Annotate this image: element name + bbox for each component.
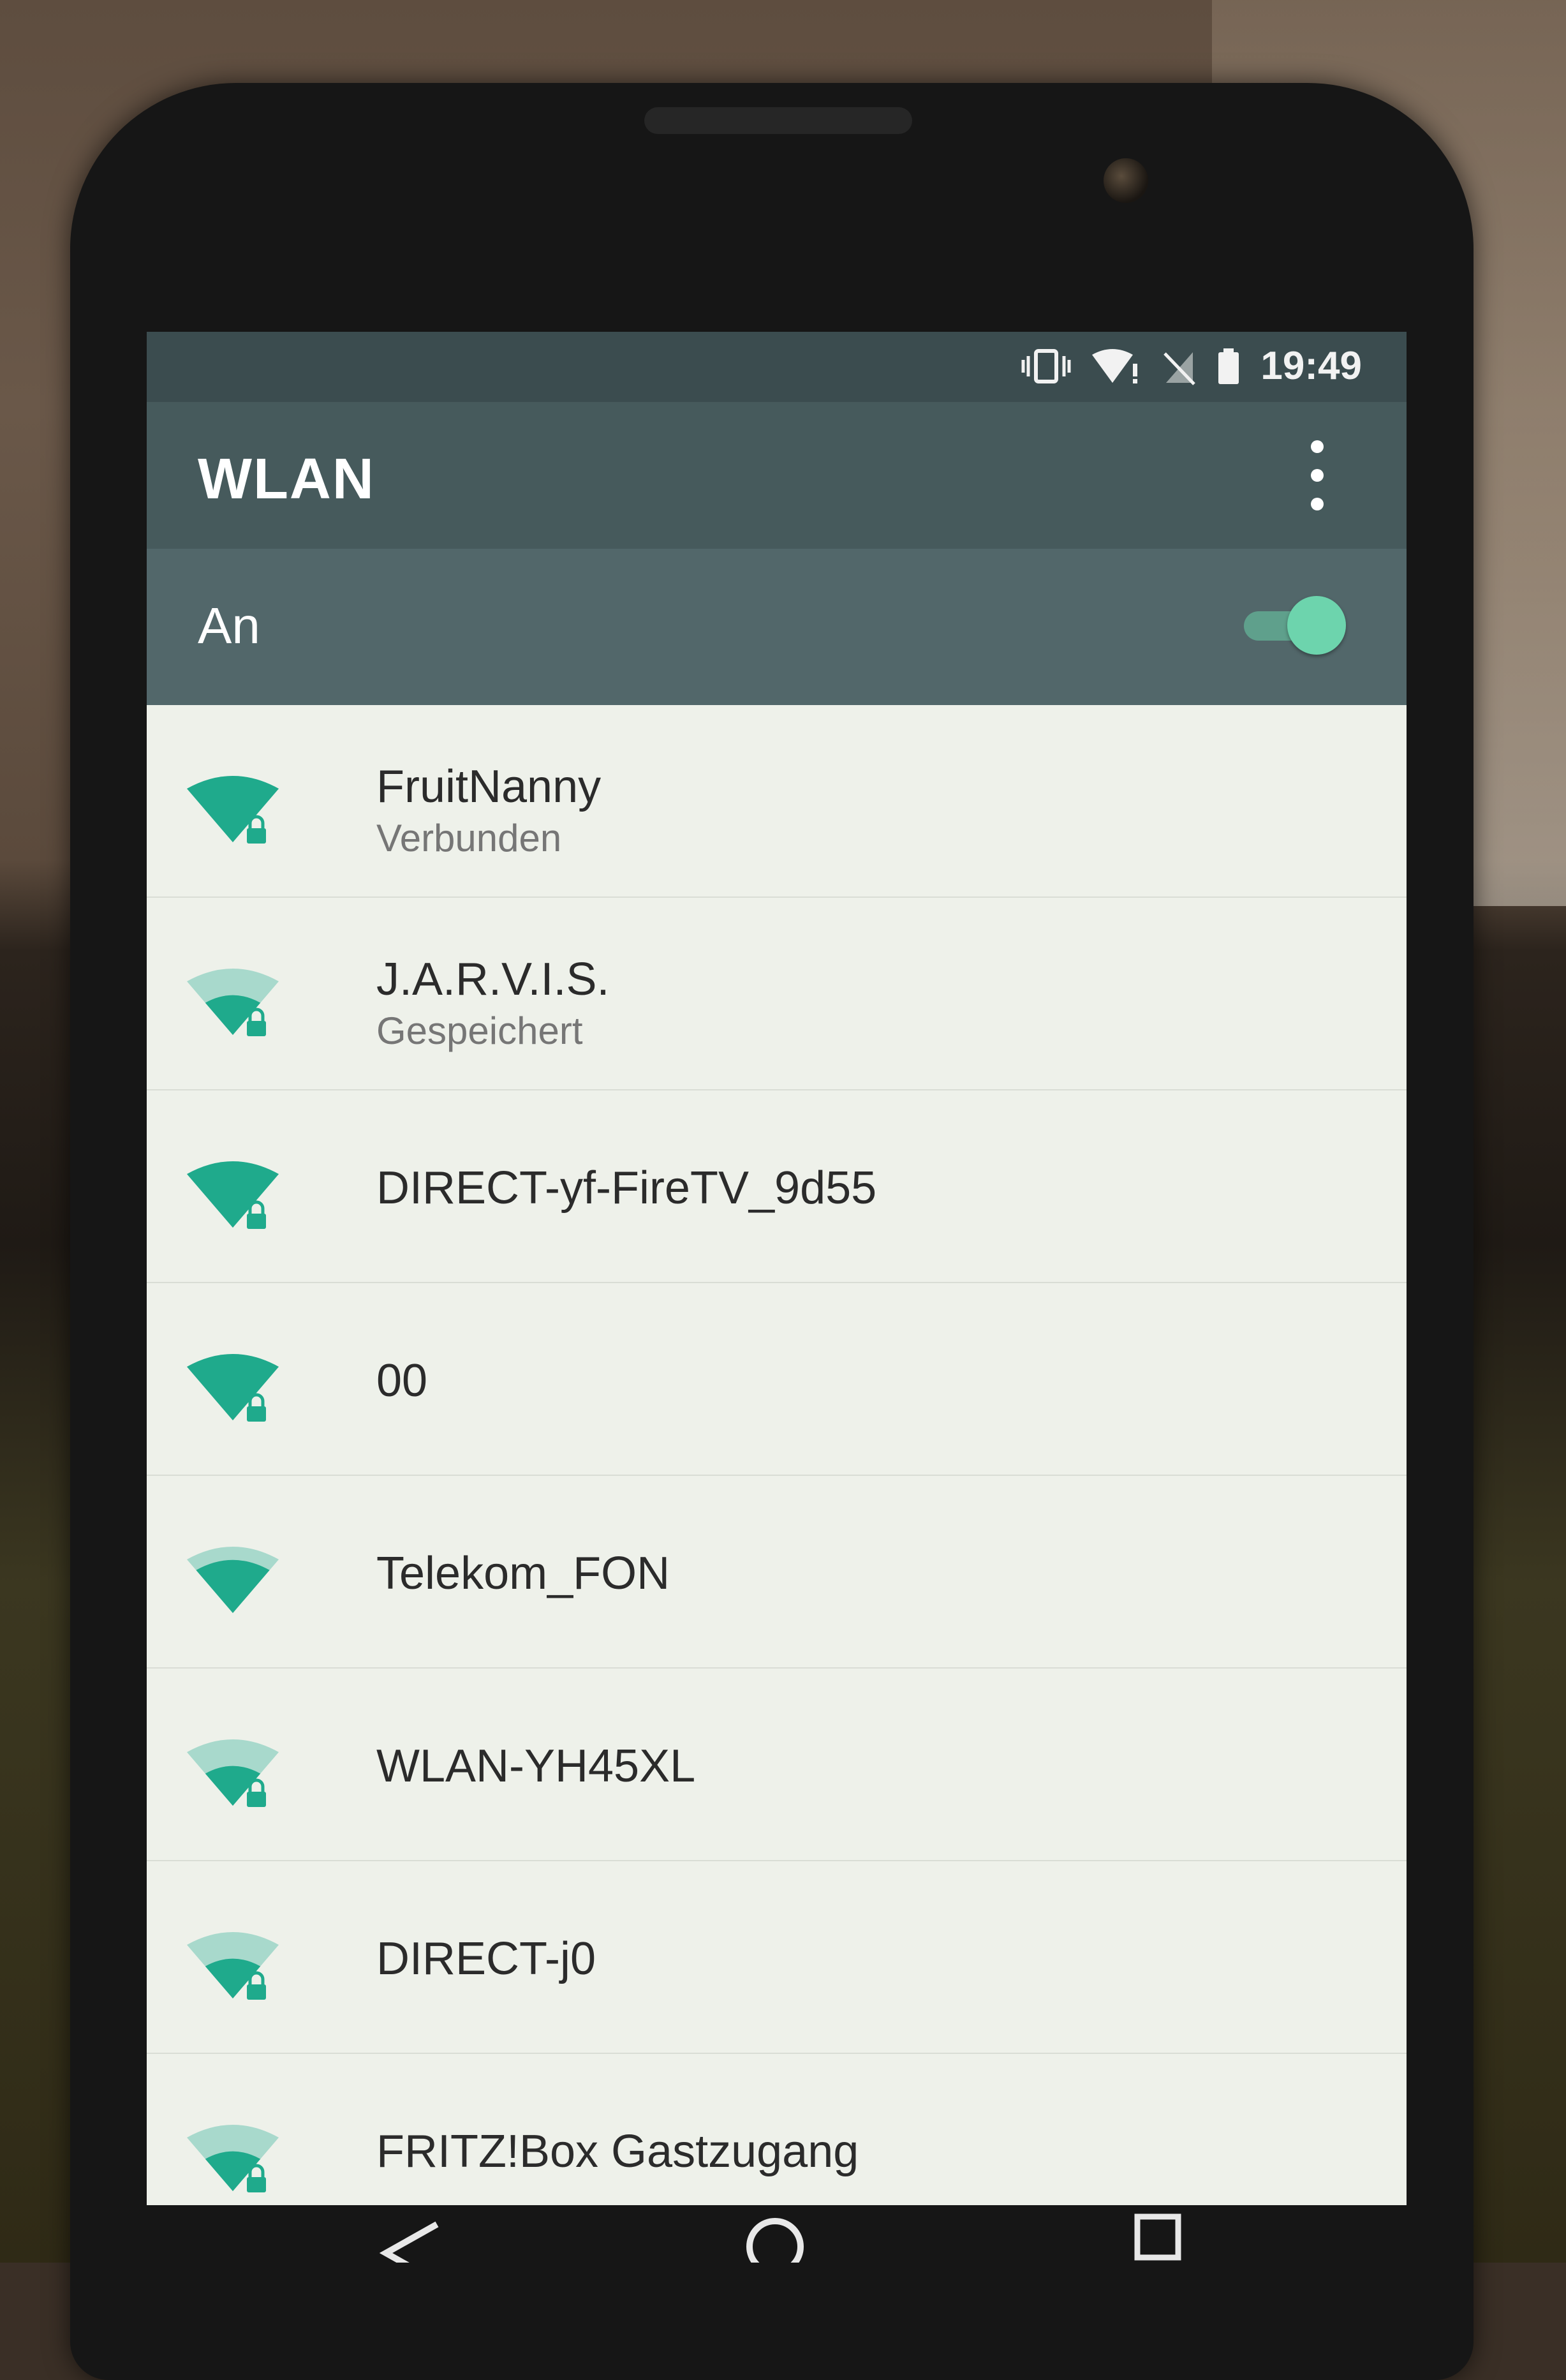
- network-item[interactable]: DIRECT-yf-FireTV_9d55: [147, 1090, 1407, 1283]
- wifi-switch-bar[interactable]: An: [147, 549, 1407, 705]
- network-text: J.A.R.V.I.S. Gespeichert: [376, 952, 609, 1055]
- menu-dot: [1311, 498, 1324, 510]
- network-name: Telekom_FON: [376, 1548, 670, 1599]
- network-item[interactable]: J.A.R.V.I.S. Gespeichert: [147, 898, 1407, 1090]
- wifi-signal-icon: [187, 1739, 279, 1807]
- wifi-signal-icon: [187, 1354, 279, 1422]
- wifi-switch-label: An: [198, 597, 260, 654]
- network-name: J.A.R.V.I.S.: [376, 954, 610, 1005]
- network-item[interactable]: DIRECT-j0: [147, 1861, 1407, 2054]
- toggle-thumb: [1287, 596, 1346, 655]
- vibrate-icon: [1021, 348, 1071, 383]
- status-icons: 19:49: [1021, 343, 1362, 389]
- network-name: 00: [376, 1355, 428, 1406]
- network-text: Telekom_FON: [376, 1546, 670, 1601]
- wifi-signal-icon: [187, 2125, 279, 2192]
- status-bar: 19:49: [147, 332, 1407, 402]
- wifi-toggle[interactable]: [1244, 593, 1346, 657]
- lock-icon: [247, 815, 266, 844]
- front-camera: [1104, 158, 1148, 203]
- earpiece: [644, 107, 912, 134]
- lock-icon: [247, 1971, 266, 2000]
- overflow-menu-icon[interactable]: [1298, 440, 1336, 510]
- network-name: DIRECT-j0: [376, 1933, 596, 1984]
- network-name: WLAN-YH45XL: [376, 1741, 696, 1792]
- lock-icon: [247, 1778, 266, 1807]
- navigation-bar: [147, 2205, 1407, 2263]
- menu-dot: [1311, 440, 1324, 453]
- home-icon[interactable]: [740, 2212, 810, 2263]
- network-text: DIRECT-yf-FireTV_9d55: [376, 1161, 876, 1216]
- network-item[interactable]: Telekom_FON: [147, 1476, 1407, 1669]
- network-text: WLAN-YH45XL: [376, 1739, 695, 1794]
- network-text: FRITZ!Box Gastzugang: [376, 2124, 859, 2179]
- network-status: Gespeichert: [376, 1009, 583, 1052]
- recents-icon[interactable]: [1132, 2212, 1183, 2263]
- network-status: Verbunden: [376, 817, 562, 859]
- wifi-signal-icon: [187, 1161, 279, 1229]
- wifi-alert-icon: [1092, 348, 1138, 383]
- wifi-signal-icon: [187, 1547, 279, 1613]
- back-icon[interactable]: [376, 2218, 447, 2263]
- lock-icon: [247, 2164, 266, 2192]
- wifi-signal-icon: [187, 969, 279, 1036]
- network-text: DIRECT-j0: [376, 1931, 596, 1986]
- page-title: WLAN: [198, 447, 375, 511]
- network-item[interactable]: FruitNanny Verbunden: [147, 705, 1407, 898]
- lock-icon: [247, 1008, 266, 1036]
- status-time: 19:49: [1260, 344, 1362, 388]
- network-item[interactable]: 00: [147, 1283, 1407, 1476]
- network-text: 00: [376, 1353, 427, 1408]
- no-sim-icon: [1163, 352, 1196, 385]
- network-text: FruitNanny Verbunden: [376, 759, 601, 863]
- menu-dot: [1311, 469, 1324, 482]
- wifi-signal-icon: [187, 1932, 279, 2000]
- battery-icon: [1218, 348, 1239, 384]
- network-name: FRITZ!Box Gastzugang: [376, 2126, 859, 2177]
- lock-icon: [247, 1200, 266, 1229]
- network-item[interactable]: WLAN-YH45XL: [147, 1669, 1407, 1861]
- wifi-signal-icon: [187, 776, 279, 844]
- lock-icon: [247, 1393, 266, 1422]
- app-toolbar: WLAN: [147, 402, 1407, 549]
- network-name: DIRECT-yf-FireTV_9d55: [376, 1163, 877, 1214]
- network-name: FruitNanny: [376, 761, 602, 812]
- phone-screen: 19:49 WLAN An FruitNanny Verbunden J.A.R.V…: [147, 332, 1407, 2263]
- network-list: FruitNanny Verbunden J.A.R.V.I.S. Gespeiche…: [147, 705, 1407, 2247]
